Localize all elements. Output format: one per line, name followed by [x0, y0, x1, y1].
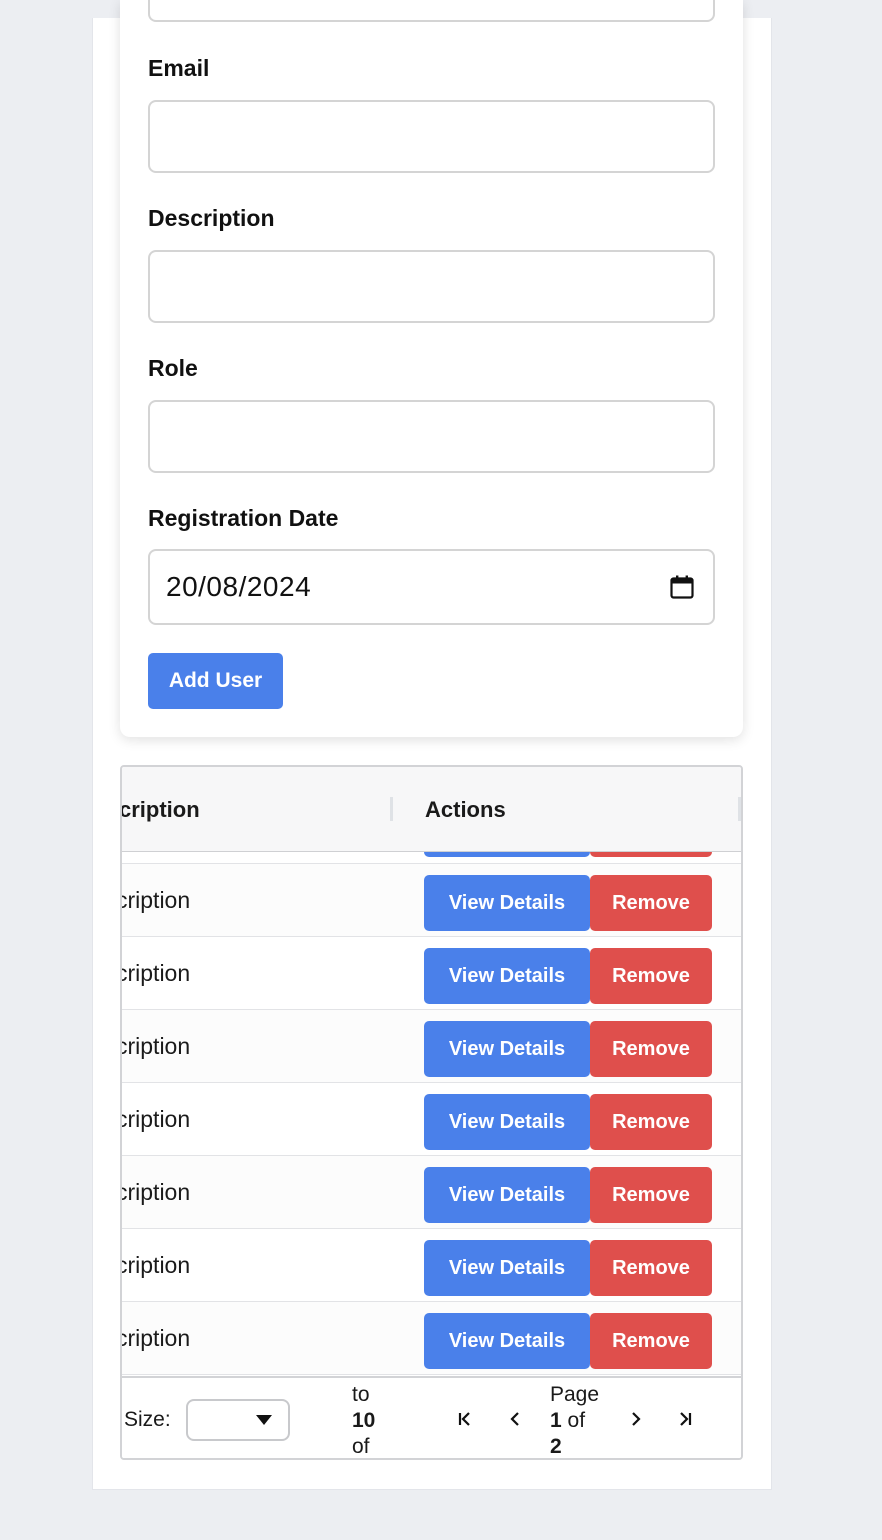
- registration-date-field[interactable]: 20/08/2024: [148, 549, 715, 625]
- row-description: cription: [122, 959, 191, 986]
- registration-date-value: 20/08/2024: [166, 571, 312, 602]
- remove-button[interactable]: Remove: [590, 948, 712, 1004]
- calendar-icon[interactable]: [669, 574, 695, 600]
- column-header-actions[interactable]: Actions: [425, 767, 506, 852]
- row-description: cription: [122, 1251, 191, 1278]
- view-details-button[interactable]: View Details: [424, 1240, 590, 1296]
- row-description: cription: [122, 1324, 191, 1351]
- page-label: Page: [550, 1383, 600, 1406]
- remove-button[interactable]: Remove: [590, 1313, 712, 1369]
- page-indicator: Page 1 of 2: [550, 1382, 600, 1458]
- row-description: cription: [122, 1032, 191, 1059]
- column-resize-handle[interactable]: [390, 797, 393, 821]
- previous-input-field[interactable]: [148, 0, 715, 22]
- table-row: cription View Details Remove: [122, 937, 741, 1010]
- next-page-icon[interactable]: [621, 1404, 651, 1434]
- view-details-button-partial[interactable]: [424, 852, 590, 857]
- range-of-label: of: [352, 1435, 370, 1458]
- remove-button[interactable]: Remove: [590, 1240, 712, 1296]
- registration-date-label: Registration Date: [148, 505, 339, 531]
- table-row: cription View Details Remove: [122, 1302, 741, 1375]
- description-field[interactable]: [148, 250, 715, 323]
- table-row: cription View Details Remove: [122, 1083, 741, 1156]
- table-header: cription Actions: [122, 767, 741, 852]
- view-details-button[interactable]: View Details: [424, 875, 590, 931]
- table-row: cription View Details Remove: [122, 1010, 741, 1083]
- email-label: Email: [148, 55, 210, 81]
- email-field[interactable]: [148, 100, 715, 173]
- table-body: cription View Details Remove cription Vi…: [122, 852, 741, 1377]
- description-label: Description: [148, 205, 275, 231]
- pagination-bar: Size: to 10 of Page 1 of 2: [122, 1376, 741, 1458]
- table-row: cription View Details Remove: [122, 864, 741, 937]
- page-of-label: of: [567, 1409, 586, 1432]
- remove-button[interactable]: Remove: [590, 875, 712, 931]
- remove-button-partial[interactable]: [590, 852, 712, 857]
- row-description: cription: [122, 1178, 191, 1205]
- total-pages-value: 2: [550, 1435, 562, 1458]
- view-details-button[interactable]: View Details: [424, 1313, 590, 1369]
- add-user-form: Email Description Role Registration Date…: [120, 0, 743, 737]
- table-row: cription View Details Remove: [122, 1156, 741, 1229]
- view-details-button[interactable]: View Details: [424, 1021, 590, 1077]
- table-row: cription View Details Remove: [122, 1229, 741, 1302]
- table-row-partial: [122, 852, 741, 864]
- range-end-value: 10: [352, 1409, 376, 1432]
- row-range-summary: to 10 of: [352, 1382, 376, 1458]
- row-description: cription: [122, 886, 191, 913]
- remove-button[interactable]: Remove: [590, 1021, 712, 1077]
- column-resize-handle[interactable]: [738, 797, 741, 821]
- view-details-button[interactable]: View Details: [424, 1094, 590, 1150]
- page-size-select[interactable]: [186, 1399, 290, 1441]
- column-header-description[interactable]: cription: [122, 767, 200, 852]
- role-field[interactable]: [148, 400, 715, 473]
- view-details-button[interactable]: View Details: [424, 948, 590, 1004]
- first-page-icon[interactable]: [450, 1404, 480, 1434]
- current-page-value: 1: [550, 1409, 562, 1432]
- page-size-label: Size:: [124, 1408, 171, 1431]
- add-user-button[interactable]: Add User: [148, 653, 283, 709]
- users-table: cription Actions cription View Details R…: [120, 765, 743, 1460]
- previous-page-icon[interactable]: [500, 1404, 530, 1434]
- remove-button[interactable]: Remove: [590, 1094, 712, 1150]
- last-page-icon[interactable]: [670, 1404, 700, 1434]
- row-description: cription: [122, 1105, 191, 1132]
- remove-button[interactable]: Remove: [590, 1167, 712, 1223]
- view-details-button[interactable]: View Details: [424, 1167, 590, 1223]
- chevron-down-icon: [256, 1415, 272, 1425]
- role-label: Role: [148, 355, 198, 381]
- range-to-label: to: [352, 1383, 370, 1406]
